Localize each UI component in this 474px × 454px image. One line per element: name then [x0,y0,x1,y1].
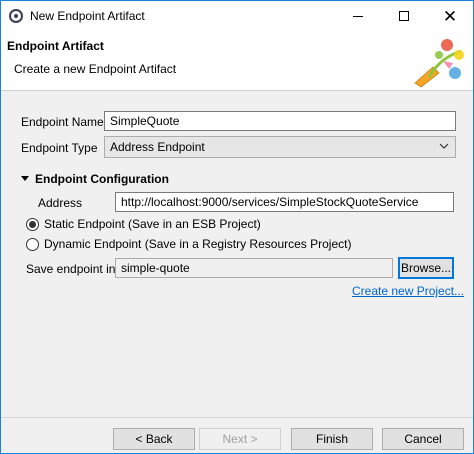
endpoint-name-input[interactable]: SimpleQuote [104,111,456,131]
maximize-button[interactable] [381,1,427,31]
static-endpoint-radio[interactable] [26,218,39,231]
endpoint-name-label: Endpoint Name [21,115,104,129]
dynamic-endpoint-label: Dynamic Endpoint (Save in a Registry Res… [44,237,352,251]
create-new-project-link[interactable]: Create new Project... [352,284,464,298]
dynamic-endpoint-radio[interactable] [26,238,39,251]
chevron-down-icon [439,143,449,149]
section-title: Endpoint Configuration [35,172,169,186]
close-icon: ✕ [442,6,458,26]
collapse-triangle-icon[interactable] [21,176,29,181]
banner-subtitle: Create a new Endpoint Artifact [14,62,177,76]
title-bar: New Endpoint Artifact ✕ [1,1,473,31]
finish-button[interactable]: Finish [291,428,373,450]
app-icon [9,9,23,23]
save-in-label: Save endpoint in: [26,262,119,276]
minimize-button[interactable] [335,1,381,31]
dialog-window: New Endpoint Artifact ✕ Endpoint Artifac… [0,0,474,454]
next-button[interactable]: Next > [199,428,281,450]
window-title: New Endpoint Artifact [30,9,145,23]
maximize-icon [399,11,409,21]
browse-button[interactable]: Browse... [398,257,454,279]
address-label: Address [38,196,83,210]
endpoint-type-select[interactable]: Address Endpoint [104,136,456,158]
minimize-icon [353,15,363,17]
wizard-banner: Endpoint Artifact Create a new Endpoint … [1,31,473,91]
save-in-input[interactable]: simple-quote [115,258,393,278]
wizard-graphic-icon [414,39,464,88]
cancel-button[interactable]: Cancel [382,428,464,450]
endpoint-type-value: Address Endpoint [110,140,205,154]
banner-title: Endpoint Artifact [7,39,104,53]
endpoint-type-label: Endpoint Type [21,141,98,155]
back-button[interactable]: < Back [113,428,195,450]
close-button[interactable]: ✕ [427,1,473,31]
footer-separator [1,417,473,418]
address-input[interactable]: http://localhost:9000/services/SimpleSto… [115,192,454,212]
static-endpoint-label: Static Endpoint (Save in an ESB Project) [44,217,261,231]
